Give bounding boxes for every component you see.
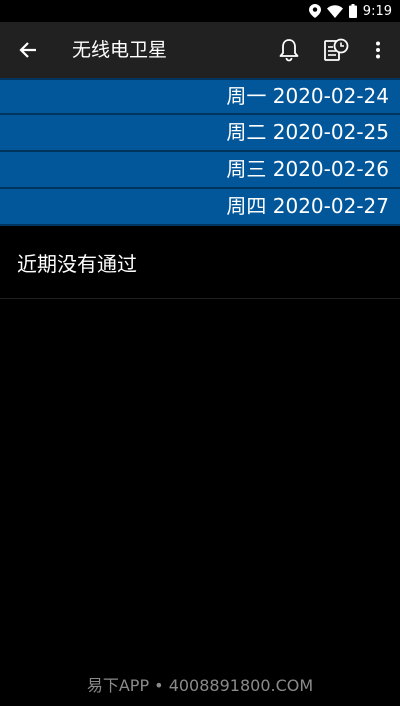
- screen: 9:19 无线电卫星 周一 2020-02-24 周二 2020-02-25 周…: [0, 0, 400, 706]
- status-bar: 9:19: [0, 0, 400, 22]
- status-time: 9:19: [362, 3, 392, 19]
- schedule-icon: [324, 38, 349, 61]
- schedule-button[interactable]: [320, 34, 352, 66]
- overflow-menu-button[interactable]: [362, 34, 394, 66]
- back-button[interactable]: [12, 34, 44, 66]
- status-icons: 9:19: [308, 0, 392, 22]
- more-vert-icon: [376, 41, 380, 59]
- battery-icon: [348, 4, 357, 18]
- page-title: 无线电卫星: [72, 39, 168, 61]
- watermark: 易下APP • 4008891800.COM: [86, 676, 314, 695]
- arrow-back-icon: [19, 42, 36, 58]
- day-row-thursday[interactable]: 周四 2020-02-27: [0, 189, 400, 226]
- notification-button[interactable]: [273, 34, 305, 66]
- wifi-icon: [326, 4, 343, 18]
- app-bar: 无线电卫星: [0, 22, 400, 78]
- day-row-monday[interactable]: 周一 2020-02-24: [0, 78, 400, 115]
- day-list: 周一 2020-02-24 周二 2020-02-25 周三 2020-02-2…: [0, 78, 400, 226]
- bell-icon: [279, 39, 299, 62]
- location-icon: [308, 4, 321, 18]
- empty-state-row: 近期没有通过: [0, 226, 400, 299]
- day-row-tuesday[interactable]: 周二 2020-02-25: [0, 115, 400, 152]
- empty-state-message: 近期没有通过: [17, 252, 137, 276]
- day-row-wednesday[interactable]: 周三 2020-02-26: [0, 152, 400, 189]
